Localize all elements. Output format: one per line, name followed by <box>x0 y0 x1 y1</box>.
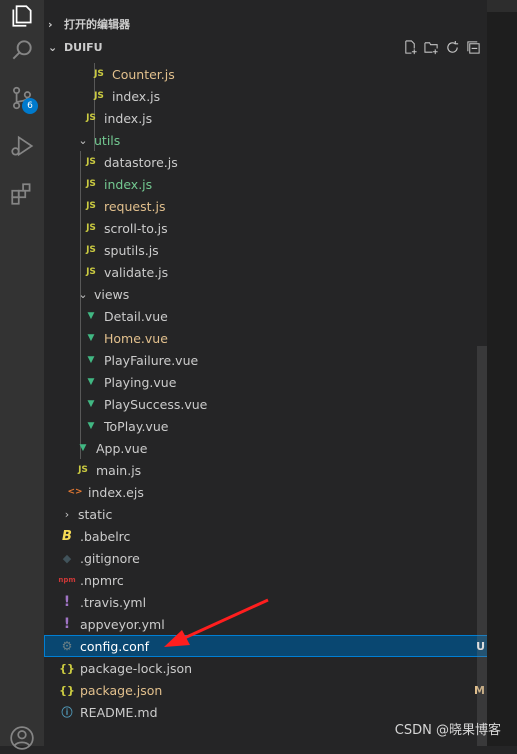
annotation-arrow <box>164 598 269 647</box>
watermark: CSDN @晓果博客 <box>394 723 501 738</box>
